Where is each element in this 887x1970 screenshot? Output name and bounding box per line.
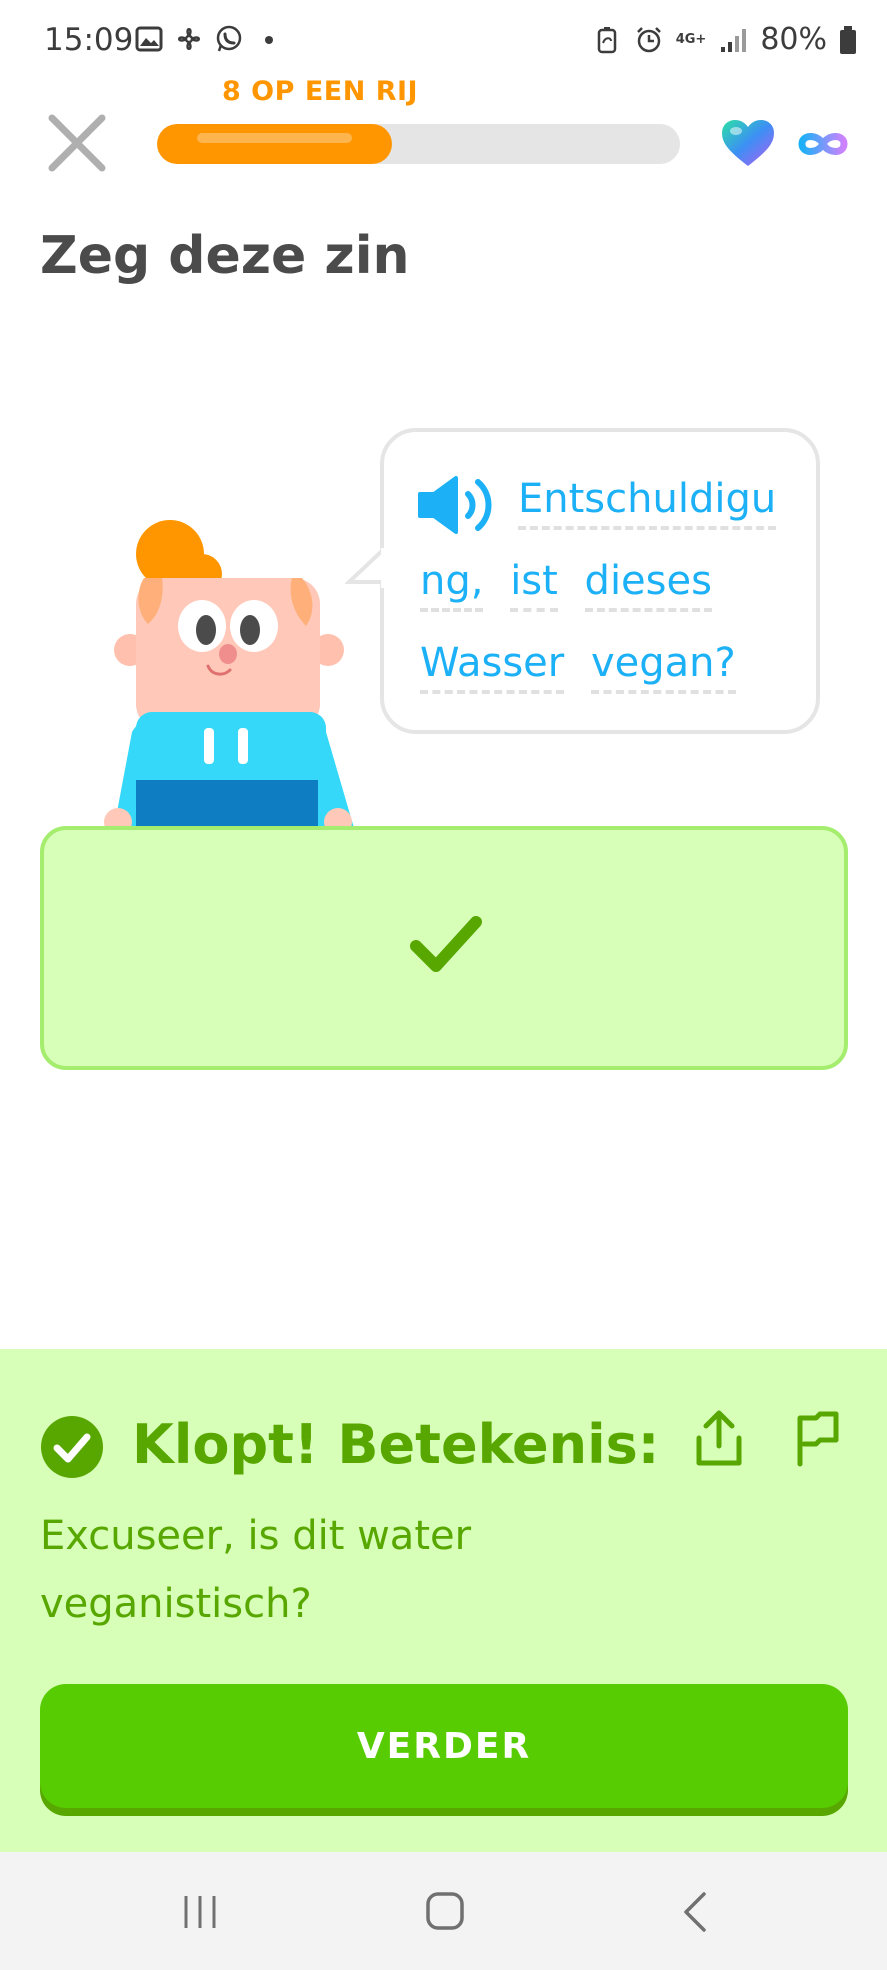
sentence-word[interactable]: ng, (420, 558, 484, 612)
checkmark-icon (410, 916, 482, 972)
progress-fill (157, 124, 392, 164)
sentence-line-2[interactable]: ng, ist dieses (420, 558, 726, 612)
sentence-word[interactable]: dieses (584, 558, 712, 612)
battery-icon (840, 25, 856, 54)
feedback-title: Klopt! Betekenis: (132, 1413, 660, 1476)
speaker-icon[interactable] (416, 474, 498, 536)
sentence-line-1[interactable]: Entschuldigu (518, 476, 777, 530)
signal-icon (721, 28, 747, 52)
back-icon[interactable] (680, 1890, 710, 1934)
correct-check-icon (41, 1416, 103, 1478)
whatsapp-icon (216, 25, 242, 52)
status-time: 15:09 (44, 22, 134, 58)
progress-shine (197, 133, 352, 143)
close-icon[interactable] (44, 110, 110, 176)
alarm-icon (636, 26, 661, 52)
report-flag-icon[interactable] (792, 1410, 842, 1468)
streak-label: 8 OP EEN RIJ (222, 76, 419, 107)
pinwheel-icon (178, 28, 200, 50)
exercise-title: Zeg deze zin (40, 226, 410, 286)
share-icon[interactable] (694, 1408, 744, 1468)
sentence-word[interactable]: vegan? (590, 640, 736, 694)
speech-bubble-tail (345, 548, 385, 588)
character-illustration (104, 520, 354, 828)
battery-saver-icon (597, 26, 616, 53)
network-type: 4G+ (675, 31, 707, 47)
continue-button[interactable]: VERDER (40, 1684, 848, 1808)
sentence-word[interactable]: Wasser (420, 640, 565, 694)
translation-meaning: Excuseer, is dit water veganistisch? (40, 1513, 472, 1627)
heart-icon[interactable] (720, 118, 776, 168)
sentence-word[interactable]: Entschuldigu (518, 476, 777, 530)
sentence-line-3[interactable]: Wasser vegan? (420, 640, 750, 694)
recent-apps-icon[interactable] (180, 1892, 220, 1932)
sentence-word[interactable]: ist (510, 558, 558, 612)
lesson-progress-bar (157, 124, 680, 164)
dot-icon (265, 36, 273, 44)
status-left-icons (134, 24, 284, 54)
home-icon[interactable] (424, 1890, 466, 1932)
status-right: 4G+ 80% (592, 22, 857, 57)
gallery-icon (135, 26, 163, 52)
infinity-icon (798, 133, 848, 155)
battery-percent: 80% (760, 22, 827, 57)
